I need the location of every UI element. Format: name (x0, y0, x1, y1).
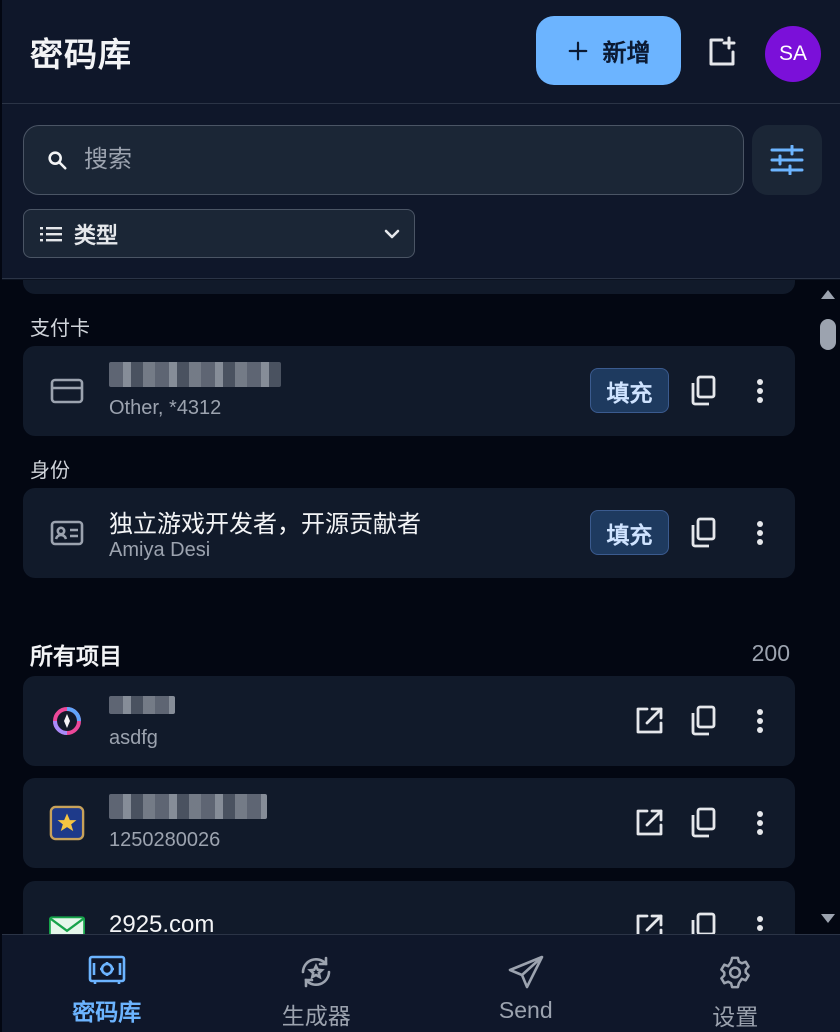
list-item[interactable]: 1250280026 (23, 778, 795, 868)
id-card-icon (49, 515, 85, 551)
item-subtitle: 1250280026 (109, 829, 221, 851)
copy-icon[interactable] (687, 516, 719, 550)
fill-button[interactable]: 填充 (590, 510, 669, 555)
header: 密码库 新增 SA (2, 0, 840, 104)
nav-label: 密码库 (72, 999, 142, 1025)
settings-gear-icon (720, 956, 751, 989)
bottom-nav: 密码库 生成器 Send 设置 (2, 934, 840, 1032)
redacted-name (109, 696, 175, 714)
send-icon (508, 955, 544, 989)
generator-icon (301, 956, 331, 988)
scroll-up-arrow[interactable] (821, 290, 835, 299)
search-input[interactable] (84, 146, 684, 174)
redacted-name (109, 362, 281, 387)
copy-icon[interactable] (687, 374, 719, 408)
list-item[interactable]: asdfg (23, 676, 795, 766)
avatar[interactable]: SA (765, 26, 821, 82)
section-label-identities: 身份 (30, 460, 70, 482)
fill-button[interactable]: 填充 (590, 368, 669, 413)
mail-logo-icon (49, 911, 85, 934)
list-item[interactable] (23, 280, 795, 294)
section-heading-all-items: 所有项目 (30, 643, 122, 669)
nav-item-settings[interactable]: 设置 (631, 935, 840, 1032)
chevron-down-icon (384, 229, 400, 238)
vault-icon (88, 955, 126, 984)
list-item[interactable]: 2925.com (23, 881, 795, 934)
more-options-icon[interactable] (745, 806, 775, 840)
nav-item-send[interactable]: Send (421, 935, 631, 1032)
credit-card-icon (49, 373, 85, 409)
more-options-icon[interactable] (745, 374, 775, 408)
scroll-thumb[interactable] (820, 319, 836, 350)
item-subtitle: Other, *4312 (109, 397, 222, 419)
vault-app: 密码库 新增 SA 类型 (2, 0, 840, 1032)
sliders-icon (770, 145, 804, 175)
type-filter-label: 类型 (74, 222, 119, 248)
nav-item-generator[interactable]: 生成器 (212, 935, 422, 1032)
new-item-button[interactable]: 新增 (536, 16, 681, 85)
launch-icon[interactable] (633, 806, 665, 840)
more-options-icon[interactable] (745, 911, 775, 934)
search-zone: 类型 (2, 104, 840, 279)
page-title: 密码库 (30, 36, 132, 73)
export-icon[interactable] (705, 35, 739, 69)
scrollbar[interactable] (814, 280, 840, 934)
copy-icon[interactable] (687, 911, 719, 934)
vault-list: 支付卡 Other, *4312 填充 身份 独立游戏开发者，开源贡献者 Ami… (2, 280, 814, 934)
redacted-name (109, 794, 267, 819)
more-options-icon[interactable] (745, 704, 775, 738)
copy-icon[interactable] (687, 704, 719, 738)
nav-label: Send (498, 997, 553, 1023)
scroll-down-arrow[interactable] (821, 914, 835, 923)
nav-item-vault[interactable]: 密码库 (2, 935, 212, 1032)
plus-icon (568, 41, 587, 60)
list-item[interactable]: Other, *4312 填充 (23, 346, 795, 436)
star-badge-logo-icon (49, 805, 85, 841)
nav-label: 生成器 (281, 1003, 351, 1029)
new-item-label: 新增 (602, 40, 651, 67)
type-filter-select[interactable]: 类型 (23, 209, 415, 258)
item-subtitle: Amiya Desi (109, 539, 211, 561)
copy-icon[interactable] (687, 806, 719, 840)
all-items-count: 200 (751, 640, 790, 666)
search-box[interactable] (23, 125, 744, 195)
more-options-icon[interactable] (745, 516, 775, 550)
section-label-cards: 支付卡 (30, 318, 90, 340)
nav-label: 设置 (712, 1004, 759, 1030)
launch-icon[interactable] (633, 911, 665, 934)
item-subtitle: asdfg (109, 727, 158, 749)
colorful-swirl-logo-icon (49, 703, 85, 739)
item-name: 2925.com (109, 911, 215, 934)
list-item[interactable]: 独立游戏开发者，开源贡献者 Amiya Desi 填充 (23, 488, 795, 578)
item-name: 独立游戏开发者，开源贡献者 (109, 511, 421, 538)
launch-icon[interactable] (633, 704, 665, 738)
search-icon (48, 151, 67, 170)
list-icon (40, 226, 62, 241)
filter-button[interactable] (752, 125, 822, 195)
